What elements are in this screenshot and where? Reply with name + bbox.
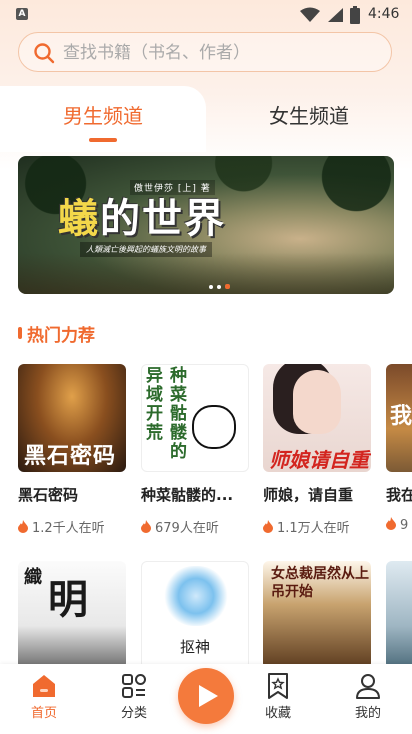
cover-title: 女总裁居然从上吊开始: [271, 566, 369, 600]
book-cover[interactable]: 抠神: [141, 561, 249, 669]
book-cover[interactable]: 异域开荒 种菜骷髅的: [141, 364, 249, 472]
book-card[interactable]: [386, 561, 412, 669]
bottom-navigation: 首页 分类 收藏 我的: [0, 664, 412, 734]
listener-text: 1.1万人在听: [277, 521, 350, 536]
book-title[interactable]: 师娘，请自重: [263, 484, 353, 505]
flame-icon: [18, 520, 28, 533]
listener-count: 9: [386, 517, 408, 533]
play-icon: [199, 685, 218, 707]
clock: 4:46: [368, 6, 400, 22]
nav-label: 收藏: [264, 706, 291, 721]
home-icon: [33, 675, 55, 697]
book-cover[interactable]: 我: [386, 364, 412, 472]
listener-count: 679人在听: [141, 517, 219, 536]
tab-female-channel[interactable]: 女生频道: [206, 86, 412, 152]
search-icon: [34, 43, 55, 64]
cover-title: 黑石密码: [24, 443, 117, 469]
book-cover[interactable]: 师娘请自重: [263, 364, 371, 472]
nav-category[interactable]: 分类: [104, 672, 164, 721]
section-title: 热门力荐: [27, 326, 95, 346]
nav-label: 首页: [30, 706, 57, 721]
banner-subtitle: 人類滅亡後興起的蟻族文明的故事: [80, 242, 212, 257]
carousel-dot[interactable]: [217, 285, 221, 289]
profile-icon: [356, 674, 380, 699]
bookmark-icon: [268, 673, 288, 699]
banner-title-highlight: 蟻: [58, 195, 100, 242]
banner-title-rest: 的世界: [100, 195, 226, 242]
carousel-dot-active[interactable]: [225, 284, 230, 289]
listener-text: 679人在听: [155, 521, 219, 536]
status-bar: A 4:46: [0, 0, 412, 30]
nav-home[interactable]: 首页: [14, 672, 74, 721]
promo-banner[interactable]: 傲世伊莎 [上] 著 蟻的世界 人類滅亡後興起的蟻族文明的故事: [18, 156, 394, 294]
flame-icon: [141, 520, 151, 533]
category-icon: [122, 674, 146, 698]
search-bar[interactable]: [18, 32, 392, 72]
skull-illustration: [192, 405, 236, 449]
tab-label: 男生频道: [63, 104, 143, 128]
book-cover[interactable]: [386, 561, 412, 669]
tab-label: 女生频道: [269, 104, 349, 128]
carousel-indicator: [209, 274, 234, 293]
cover-title: 我: [390, 404, 412, 429]
flame-icon: [386, 517, 396, 530]
cover-title-a: 織: [24, 567, 42, 588]
cover-title: 抠神: [179, 638, 210, 656]
cover-artwork: [164, 566, 228, 626]
book-cover[interactable]: 女总裁居然从上吊开始: [263, 561, 371, 669]
book-title[interactable]: 种菜骷髅的...: [141, 484, 233, 505]
book-title[interactable]: 黑石密码: [18, 484, 78, 505]
wifi-icon: [300, 7, 320, 22]
listener-text: 1.2千人在听: [32, 521, 105, 536]
signal-icon: [328, 8, 343, 22]
active-tab-indicator: [89, 138, 117, 142]
cover-title-a: 异域开荒: [146, 366, 163, 443]
cover-title-b: 明: [48, 576, 88, 623]
book-card[interactable]: 我 我在 9: [386, 364, 412, 540]
book-title[interactable]: 我在: [386, 484, 412, 505]
carousel-dot[interactable]: [209, 285, 213, 289]
section-accent-bar: [18, 327, 22, 339]
cover-title-b: 种菜骷髅的: [170, 366, 187, 462]
play-button[interactable]: [178, 668, 234, 724]
nav-profile[interactable]: 我的: [338, 672, 398, 721]
book-cover[interactable]: 黑石密码: [18, 364, 126, 472]
app-notification-icon: A: [16, 8, 28, 20]
book-cover[interactable]: 織 明: [18, 561, 126, 669]
nav-label: 我的: [354, 706, 381, 721]
cover-title: 师娘请自重: [269, 448, 369, 472]
battery-icon: [350, 6, 360, 24]
tab-male-channel[interactable]: 男生频道: [0, 86, 206, 152]
listener-count: 1.1万人在听: [263, 517, 350, 536]
listener-text: 9: [400, 518, 409, 533]
flame-icon: [263, 520, 273, 533]
listener-count: 1.2千人在听: [18, 517, 105, 536]
cover-portrait: [293, 370, 341, 434]
nav-label: 分类: [120, 706, 147, 721]
nav-bookmarks[interactable]: 收藏: [248, 672, 308, 721]
banner-title: 蟻的世界: [58, 186, 226, 244]
search-input[interactable]: [61, 33, 385, 72]
